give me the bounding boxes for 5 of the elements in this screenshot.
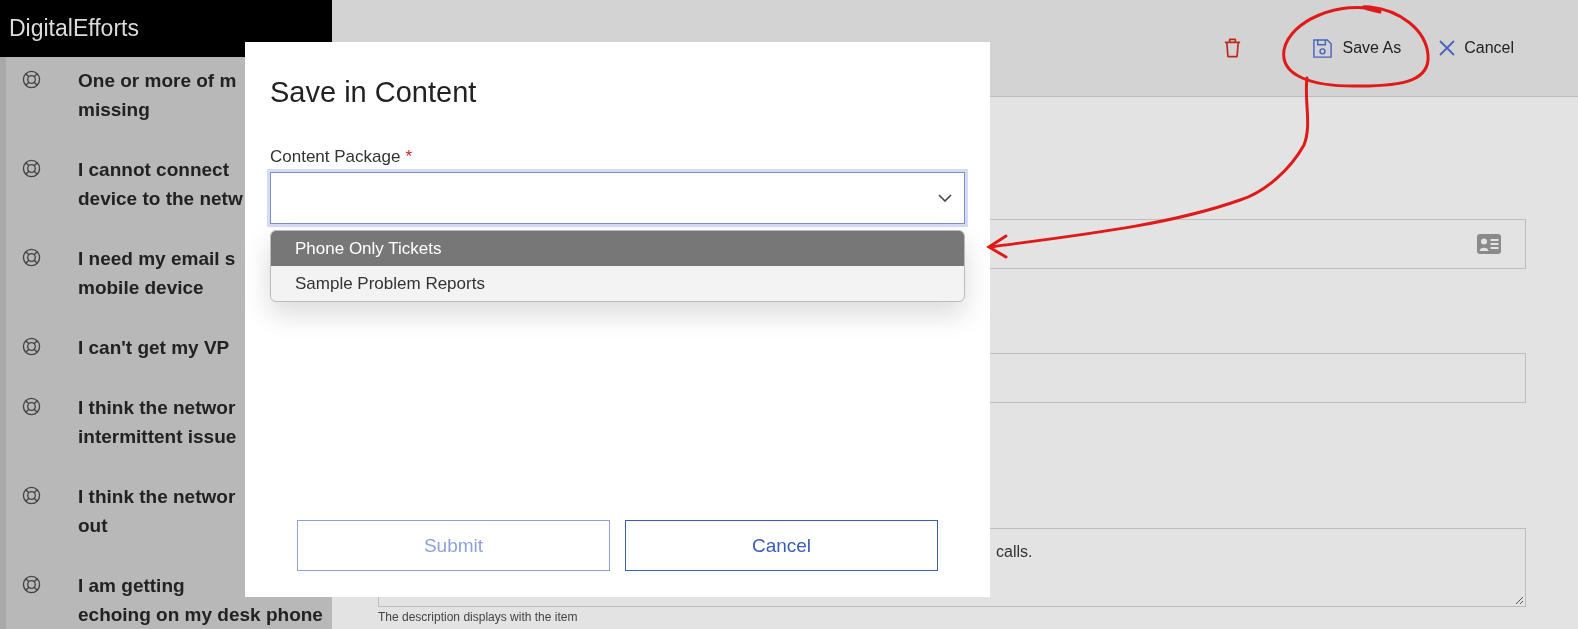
field-label: Content Package xyxy=(270,147,401,167)
required-mark: * xyxy=(405,147,413,167)
field-hint: The description displays with the item xyxy=(378,610,579,624)
dialog-title: Save in Content xyxy=(270,76,478,109)
brand-name: DigitalEfforts xyxy=(9,15,139,42)
